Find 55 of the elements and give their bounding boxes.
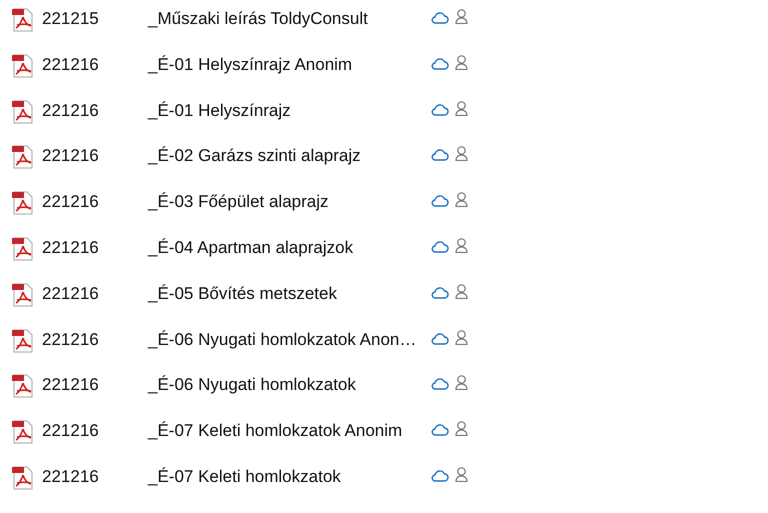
cloud-icon bbox=[431, 56, 449, 70]
cloud-icon bbox=[431, 332, 449, 345]
person-icon bbox=[455, 284, 468, 299]
pdf-file-icon bbox=[12, 420, 34, 444]
file-name: _É-05 Bővítés metszetek bbox=[148, 282, 338, 305]
file-name: _Műszaki leírás ToldyConsult bbox=[148, 8, 369, 30]
file-name-prefix: 221215 bbox=[42, 8, 100, 30]
person-icon bbox=[455, 192, 468, 208]
file-name-prefix: 221216 bbox=[42, 145, 100, 168]
pdf-file-icon bbox=[12, 54, 34, 78]
file-name: _É-07 Keleti homlokzatok Anonim bbox=[148, 420, 404, 442]
cloud-icon bbox=[431, 11, 449, 24]
person-icon bbox=[455, 100, 468, 116]
pdf-file-icon bbox=[12, 8, 34, 32]
person-icon bbox=[455, 466, 468, 482]
person-icon bbox=[455, 330, 468, 345]
pdf-file-icon bbox=[12, 466, 34, 490]
cloud-icon bbox=[431, 102, 449, 116]
file-name: _É-02 Garázs szinti alaprajz bbox=[148, 145, 362, 168]
file-name: _É-07 Keleti homlokzatok bbox=[148, 466, 342, 488]
cloud-icon bbox=[431, 240, 449, 253]
file-name: _É-01 Helyszínrajz bbox=[148, 100, 292, 122]
file-name-prefix: 221216 bbox=[42, 328, 100, 351]
file-name: _É-01 Helyszínrajz Anonim bbox=[148, 54, 354, 76]
pdf-file-icon bbox=[12, 100, 34, 124]
file-name: _É-06 Nyugati homlokzatok bbox=[148, 374, 357, 396]
pdf-file-icon bbox=[12, 282, 34, 307]
file-name-prefix: 221216 bbox=[42, 236, 100, 259]
cloud-icon bbox=[431, 286, 449, 299]
pdf-file-icon bbox=[12, 145, 34, 170]
file-name-prefix: 221216 bbox=[42, 191, 100, 214]
cloud-icon bbox=[431, 423, 449, 436]
file-name-prefix: 221216 bbox=[42, 466, 100, 488]
cloud-icon bbox=[431, 468, 449, 482]
file-name-prefix: 221216 bbox=[42, 420, 100, 442]
person-icon bbox=[455, 238, 468, 253]
file-name: _É-06 Nyugati homlokzatok Anon… bbox=[148, 328, 418, 351]
person-icon bbox=[455, 146, 468, 162]
pdf-file-icon bbox=[12, 191, 34, 216]
file-name-prefix: 221216 bbox=[42, 282, 100, 305]
file-name: _É-03 Főépület alaprajz bbox=[148, 191, 330, 214]
file-name-prefix: 221216 bbox=[42, 374, 100, 396]
person-icon bbox=[455, 375, 468, 390]
person-icon bbox=[455, 421, 468, 436]
pdf-file-icon bbox=[12, 236, 34, 261]
person-icon bbox=[455, 9, 468, 24]
person-icon bbox=[455, 54, 468, 70]
cloud-icon bbox=[431, 377, 449, 390]
file-name-prefix: 221216 bbox=[42, 54, 100, 76]
pdf-file-icon bbox=[12, 374, 34, 398]
file-name: _É-04 Apartman alaprajzok bbox=[148, 236, 354, 259]
cloud-icon bbox=[431, 194, 449, 208]
file-name-prefix: 221216 bbox=[42, 100, 100, 122]
cloud-icon bbox=[431, 148, 449, 162]
pdf-file-icon bbox=[12, 328, 34, 353]
